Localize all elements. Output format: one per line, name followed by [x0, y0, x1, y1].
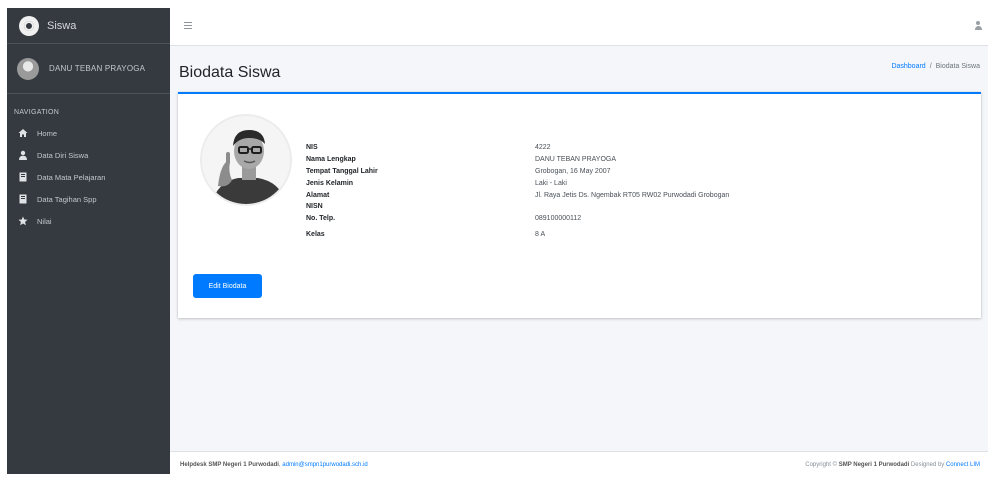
- footer-copyright-prefix: Copyright ©: [805, 462, 839, 468]
- user-panel[interactable]: DANU TEBAN PRAYOGA: [7, 44, 170, 94]
- sidebar-item-label: Data Tagihan Spp: [37, 194, 97, 204]
- footer: Helpdesk SMP Negeri 1 Purwodadi, admin@s…: [170, 451, 988, 479]
- field-label: NIS: [306, 143, 318, 151]
- field-value: 089100000112: [535, 214, 582, 222]
- footer-school-name: SMP Negeri 1 Purwodadi: [838, 462, 910, 468]
- biodata-row-alamat: Alamat Jl. Raya Jetis Ds. Ngembak RT05 R…: [306, 190, 729, 202]
- field-value: DANU TEBAN PRAYOGA: [535, 155, 617, 163]
- footer-copyright: Copyright © SMP Negeri 1 Purwodadi Desig…: [805, 462, 980, 468]
- sidebar-nav: Home Data Diri Siswa Data Mata Pelajaran…: [7, 122, 170, 232]
- page-title: Biodata Siswa: [179, 64, 281, 81]
- sidebar-item-label: Data Mata Pelajaran: [37, 172, 106, 182]
- field-value: [535, 202, 729, 212]
- brand-name: Siswa: [47, 19, 77, 32]
- biodata-row-kelas: Kelas 8 A: [306, 224, 729, 244]
- user-icon: [17, 149, 29, 161]
- user-menu-icon[interactable]: [974, 21, 982, 31]
- user-name: DANU TEBAN PRAYOGA: [49, 64, 146, 73]
- brand-logo: [19, 15, 39, 36]
- sidebar-item-data-tagihan-spp[interactable]: Data Tagihan Spp: [7, 188, 170, 210]
- content-wrapper: Biodata Siswa Dashboard / Biodata Siswa: [170, 46, 988, 451]
- student-photo: [200, 114, 292, 206]
- footer-helpdesk: Helpdesk SMP Negeri 1 Purwodadi, admin@s…: [180, 462, 368, 468]
- biodata-row-jenis-kelamin: Jenis Kelamin Laki - Laki: [306, 178, 729, 190]
- star-icon: [17, 215, 29, 227]
- field-label: NISN: [306, 203, 323, 211]
- biodata-row-nis: NIS 4222: [306, 141, 729, 153]
- field-label: Jenis Kelamin: [306, 180, 354, 188]
- field-label: Kelas: [306, 230, 325, 238]
- sidebar-item-nilai[interactable]: Nilai: [7, 210, 170, 232]
- top-navbar: [170, 8, 988, 46]
- sidebar-item-data-mata-pelajaran[interactable]: Data Mata Pelajaran: [7, 166, 170, 188]
- field-label: Alamat: [306, 192, 330, 200]
- sidebar-item-label: Nilai: [37, 216, 52, 226]
- field-label: No. Telp.: [306, 214, 336, 222]
- sidebar: Siswa DANU TEBAN PRAYOGA NAVIGATION Home…: [7, 8, 170, 474]
- book-icon: [17, 193, 29, 205]
- field-label: Tempat Tanggal Lahir: [306, 167, 378, 175]
- biodata-row-tempat-tanggal-lahir: Tempat Tanggal Lahir Grobogan, 16 May 20…: [306, 165, 729, 177]
- footer-designed-by: Designed by: [909, 462, 946, 468]
- home-icon: [17, 127, 29, 139]
- user-avatar: [17, 57, 39, 80]
- field-value: Jl. Raya Jetis Ds. Ngembak RT05 RW02 Pur…: [535, 192, 730, 200]
- edit-biodata-button[interactable]: Edit Biodata: [193, 274, 262, 298]
- nav-header: NAVIGATION: [14, 109, 60, 116]
- footer-designer-link[interactable]: Connect LIM: [946, 462, 980, 468]
- field-value: 4222: [535, 143, 551, 151]
- sidebar-item-home[interactable]: Home: [7, 122, 170, 144]
- footer-helpdesk-label: Helpdesk SMP Negeri 1 Purwodadi: [180, 462, 279, 468]
- book-icon: [17, 171, 29, 183]
- menu-toggle-icon[interactable]: [184, 22, 192, 30]
- breadcrumb: Dashboard / Biodata Siswa: [891, 63, 980, 70]
- breadcrumb-separator: /: [929, 63, 932, 70]
- sidebar-item-label: Home: [37, 128, 58, 138]
- sidebar-item-label: Data Diri Siswa: [37, 150, 89, 160]
- breadcrumb-current: Biodata Siswa: [935, 63, 980, 70]
- biodata-table: NIS 4222 Nama Lengkap DANU TEBAN PRAYOGA…: [306, 141, 729, 244]
- field-value: Laki - Laki: [535, 180, 567, 188]
- breadcrumb-home-link[interactable]: Dashboard: [891, 63, 925, 70]
- footer-email-link[interactable]: admin@smpn1purwodadi.sch.id: [282, 462, 367, 468]
- biodata-row-nisn: NISN: [306, 202, 729, 212]
- biodata-card: NIS 4222 Nama Lengkap DANU TEBAN PRAYOGA…: [178, 92, 981, 318]
- sidebar-item-data-diri-siswa[interactable]: Data Diri Siswa: [7, 144, 170, 166]
- field-label: Nama Lengkap: [306, 155, 356, 163]
- field-value: 8 A: [535, 230, 546, 238]
- field-value: Grobogan, 16 May 2007: [535, 167, 611, 175]
- brand-link[interactable]: Siswa: [7, 8, 170, 44]
- biodata-row-nama-lengkap: Nama Lengkap DANU TEBAN PRAYOGA: [306, 153, 729, 165]
- biodata-row-no-telp: No. Telp. 089100000112: [306, 212, 729, 224]
